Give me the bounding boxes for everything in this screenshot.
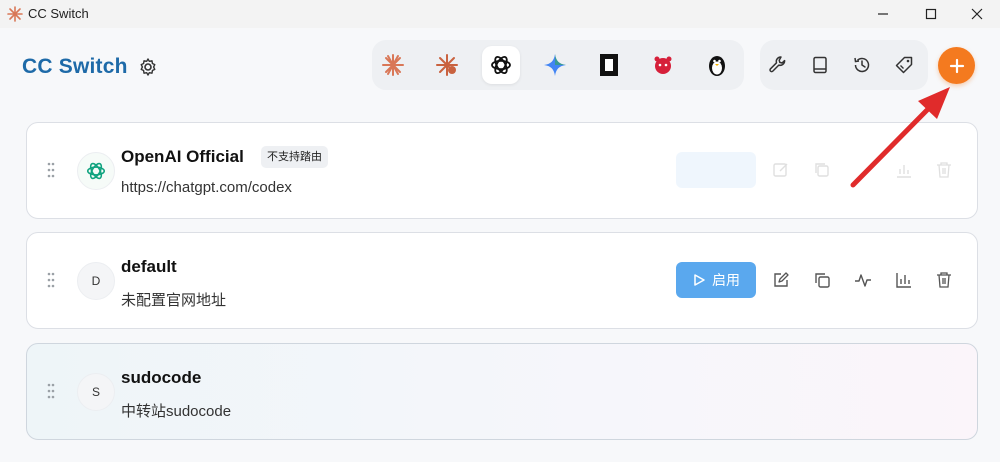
add-provider-button[interactable] — [938, 47, 975, 84]
penguin-icon — [709, 56, 725, 76]
edit-icon[interactable] — [769, 268, 793, 292]
provider-url: 中转站sudocode — [121, 403, 232, 420]
drag-handle-icon[interactable] — [46, 271, 56, 289]
minimize-button[interactable] — [860, 0, 906, 28]
enable-button[interactable]: 启用 — [676, 262, 756, 298]
app-logo-icon — [7, 6, 23, 22]
provider-avatar — [77, 152, 115, 190]
red-app-button[interactable] — [644, 46, 682, 84]
app-header: CC Switch — [0, 28, 1000, 112]
stats-icon — [892, 158, 916, 182]
provider-card-openai-official[interactable]: OpenAI Official 不支持踏由 https://chatgpt.co… — [26, 122, 978, 219]
provider-url: 未配置官网地址 — [121, 292, 227, 309]
app-switcher — [372, 40, 744, 90]
settings-gear-icon[interactable] — [137, 56, 159, 78]
copy-icon — [810, 158, 834, 182]
claude-alt-icon — [436, 54, 458, 76]
claude-alt-app-button[interactable] — [428, 46, 466, 84]
openai-logo-icon — [86, 162, 106, 180]
opencode-icon — [600, 54, 618, 76]
provider-url[interactable]: https://chatgpt.com/codex — [121, 179, 292, 196]
unsupported-routing-badge: 不支持踏由 — [261, 146, 328, 168]
enable-button-disabled — [676, 152, 756, 188]
activity-icon[interactable] — [851, 268, 875, 292]
gemini-icon — [544, 54, 566, 76]
opencode-app-button[interactable] — [590, 46, 628, 84]
delete-icon — [932, 158, 956, 182]
provider-card-sudocode[interactable]: S sudocode 中转站sudocode — [26, 343, 978, 440]
wrench-icon[interactable] — [762, 49, 794, 81]
red-mascot-icon — [654, 56, 672, 74]
openai-icon — [491, 56, 511, 74]
delete-icon[interactable] — [932, 268, 956, 292]
maximize-button[interactable] — [908, 0, 954, 28]
provider-name: sudocode — [121, 368, 202, 387]
title-bar: CC Switch — [0, 0, 1000, 28]
provider-avatar: D — [77, 262, 115, 300]
drag-handle-icon[interactable] — [46, 161, 56, 179]
copy-icon[interactable] — [810, 268, 834, 292]
play-icon — [694, 274, 705, 286]
tool-group — [760, 40, 928, 90]
enable-label: 启用 — [712, 272, 740, 288]
provider-card-default[interactable]: D default 未配置官网地址 启用 — [26, 232, 978, 329]
plus-icon — [949, 58, 964, 73]
claude-icon — [382, 54, 404, 76]
provider-name: OpenAI Official — [121, 147, 244, 166]
history-icon[interactable] — [846, 49, 878, 81]
provider-avatar: S — [77, 373, 115, 411]
tag-icon[interactable] — [888, 49, 920, 81]
penguin-app-button[interactable] — [698, 46, 736, 84]
stats-icon[interactable] — [892, 268, 916, 292]
gemini-app-button[interactable] — [536, 46, 574, 84]
claude-app-button[interactable] — [374, 46, 412, 84]
book-icon[interactable] — [804, 49, 836, 81]
edit-icon — [769, 158, 793, 182]
brand-title: CC Switch — [22, 55, 128, 78]
provider-name: default — [121, 257, 177, 276]
drag-handle-icon[interactable] — [46, 382, 56, 400]
codex-app-button[interactable] — [482, 46, 520, 84]
window-title: CC Switch — [28, 6, 89, 21]
close-button[interactable] — [954, 0, 1000, 28]
